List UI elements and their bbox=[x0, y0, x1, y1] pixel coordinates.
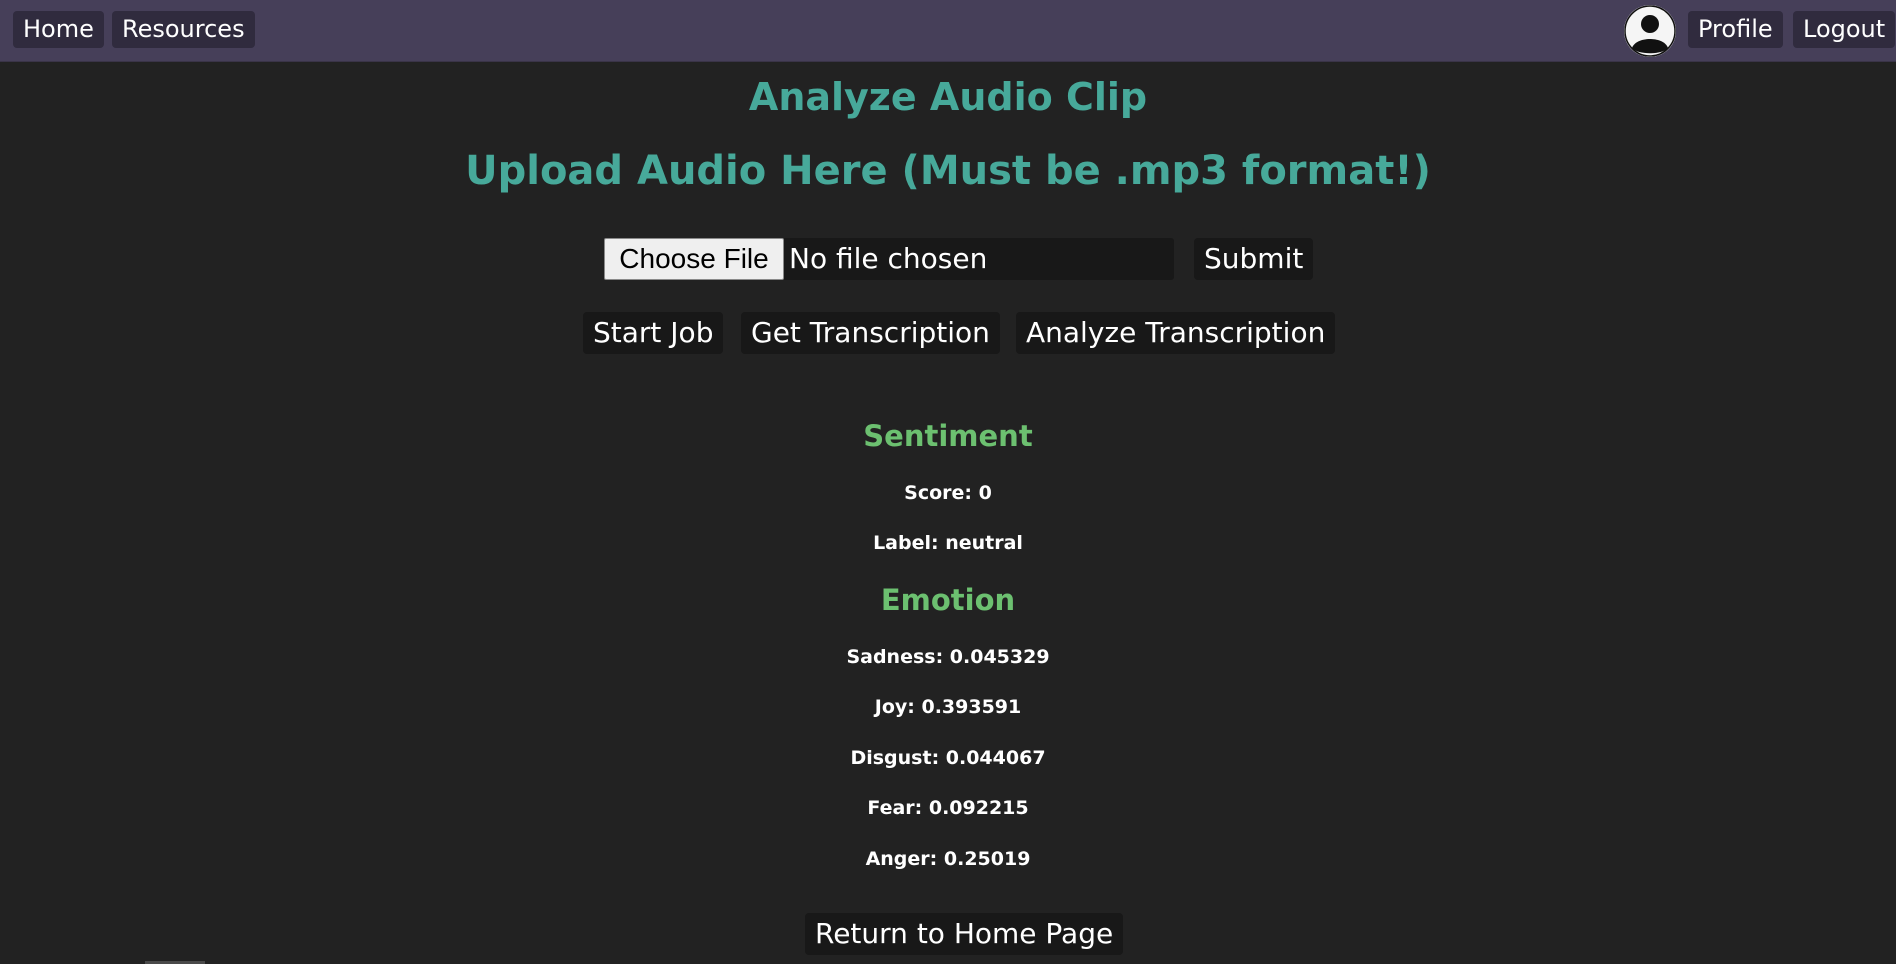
choose-file-button[interactable]: Choose File bbox=[604, 238, 784, 280]
get-transcription-button[interactable]: Get Transcription bbox=[741, 312, 1000, 354]
nav-profile-button[interactable]: Profile bbox=[1688, 11, 1783, 48]
start-job-button[interactable]: Start Job bbox=[583, 312, 724, 354]
emotion-fear: Fear: 0.092215 bbox=[867, 797, 1029, 819]
user-avatar-icon[interactable] bbox=[1624, 5, 1676, 57]
nav-home-button[interactable]: Home bbox=[13, 11, 104, 48]
upload-heading: Upload Audio Here (Must be .mp3 format!) bbox=[465, 148, 1431, 194]
analyze-transcription-button[interactable]: Analyze Transcription bbox=[1016, 312, 1336, 354]
nav-logout-button[interactable]: Logout bbox=[1793, 11, 1896, 48]
sentiment-score: Score: 0 bbox=[904, 482, 992, 504]
emotion-title: Emotion bbox=[880, 583, 1016, 617]
sentiment-label: Label: neutral bbox=[873, 532, 1023, 554]
emotion-sadness: Sadness: 0.045329 bbox=[846, 646, 1050, 668]
emotion-anger: Anger: 0.25019 bbox=[865, 848, 1031, 870]
top-navbar: Home Resources Profile Logout bbox=[0, 0, 1896, 62]
file-status-text: No file chosen bbox=[789, 242, 988, 275]
sentiment-title: Sentiment bbox=[863, 419, 1033, 453]
emotion-joy: Joy: 0.393591 bbox=[874, 696, 1022, 718]
nav-resources-button[interactable]: Resources bbox=[112, 11, 255, 48]
submit-button[interactable]: Submit bbox=[1194, 238, 1314, 280]
return-home-button[interactable]: Return to Home Page bbox=[805, 913, 1124, 955]
emotion-disgust: Disgust: 0.044067 bbox=[850, 747, 1046, 769]
page-title: Analyze Audio Clip bbox=[748, 75, 1148, 119]
